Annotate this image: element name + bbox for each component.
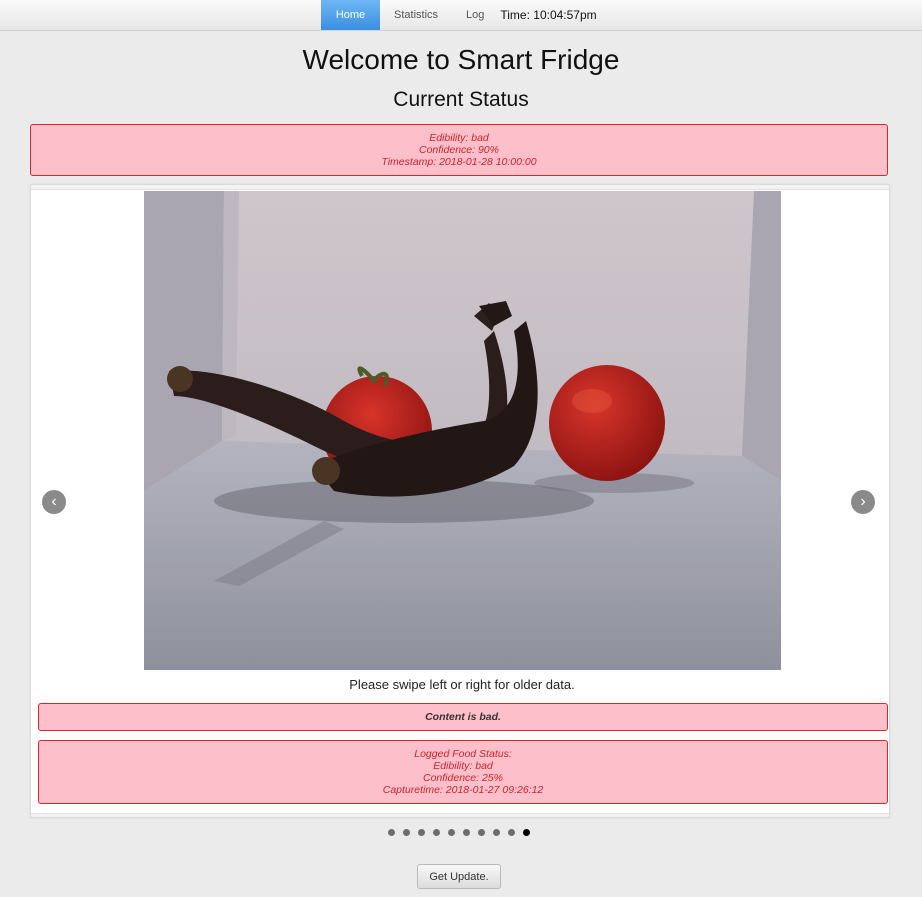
status-edibility: Edibility: bad bbox=[429, 132, 489, 144]
carousel-dot[interactable] bbox=[418, 829, 425, 836]
logged-status-alert: Logged Food Status: Edibility: bad Confi… bbox=[38, 740, 888, 804]
get-update-button[interactable]: Get Update. bbox=[417, 864, 501, 889]
carousel-dot[interactable] bbox=[523, 829, 530, 836]
carousel-dot[interactable] bbox=[493, 829, 500, 836]
carousel-prev-button[interactable]: ‹ bbox=[42, 490, 66, 514]
carousel-next-button[interactable]: › bbox=[851, 490, 875, 514]
top-navbar: Home Statistics Log Time: 10:04:57pm bbox=[0, 0, 922, 31]
content-verdict-alert: Content is bad. bbox=[38, 703, 888, 731]
carousel-top-border bbox=[31, 185, 889, 190]
tab-log[interactable]: Log bbox=[452, 0, 498, 30]
carousel-pagination bbox=[388, 829, 538, 837]
carousel-dot[interactable] bbox=[403, 829, 410, 836]
nav-tabs: Home Statistics Log Time: 10:04:57pm bbox=[321, 0, 597, 30]
logged-capturetime: Capturetime: 2018-01-27 09:26:12 bbox=[382, 784, 544, 796]
swipe-hint: Please swipe left or right for older dat… bbox=[349, 677, 575, 692]
carousel-dot[interactable] bbox=[478, 829, 485, 836]
chevron-left-icon: ‹ bbox=[51, 493, 57, 510]
carousel-dot[interactable] bbox=[508, 829, 515, 836]
carousel-bottom-border bbox=[31, 813, 889, 817]
clock-display: Time: 10:04:57pm bbox=[500, 8, 597, 22]
tab-home[interactable]: Home bbox=[321, 0, 380, 30]
status-confidence: Confidence: 90% bbox=[419, 144, 499, 156]
logged-confidence: Confidence: 25% bbox=[423, 772, 503, 784]
carousel-dot[interactable] bbox=[433, 829, 440, 836]
current-status-alert: Edibility: bad Confidence: 90% Timestamp… bbox=[30, 124, 888, 176]
logged-heading: Logged Food Status: bbox=[414, 748, 512, 760]
chevron-right-icon: › bbox=[860, 493, 866, 510]
page-title: Welcome to Smart Fridge bbox=[302, 44, 620, 75]
carousel-dot[interactable] bbox=[388, 829, 395, 836]
history-carousel[interactable]: ‹ › Please swipe left or right for older… bbox=[30, 184, 890, 818]
logged-edibility: Edibility: bad bbox=[433, 760, 493, 772]
section-title: Current Status bbox=[393, 88, 529, 111]
status-timestamp: Timestamp: 2018-01-28 10:00:00 bbox=[381, 156, 537, 168]
carousel-dot[interactable] bbox=[448, 829, 455, 836]
tab-statistics[interactable]: Statistics bbox=[380, 0, 452, 30]
carousel-dot[interactable] bbox=[463, 829, 470, 836]
fridge-photo bbox=[144, 191, 781, 670]
